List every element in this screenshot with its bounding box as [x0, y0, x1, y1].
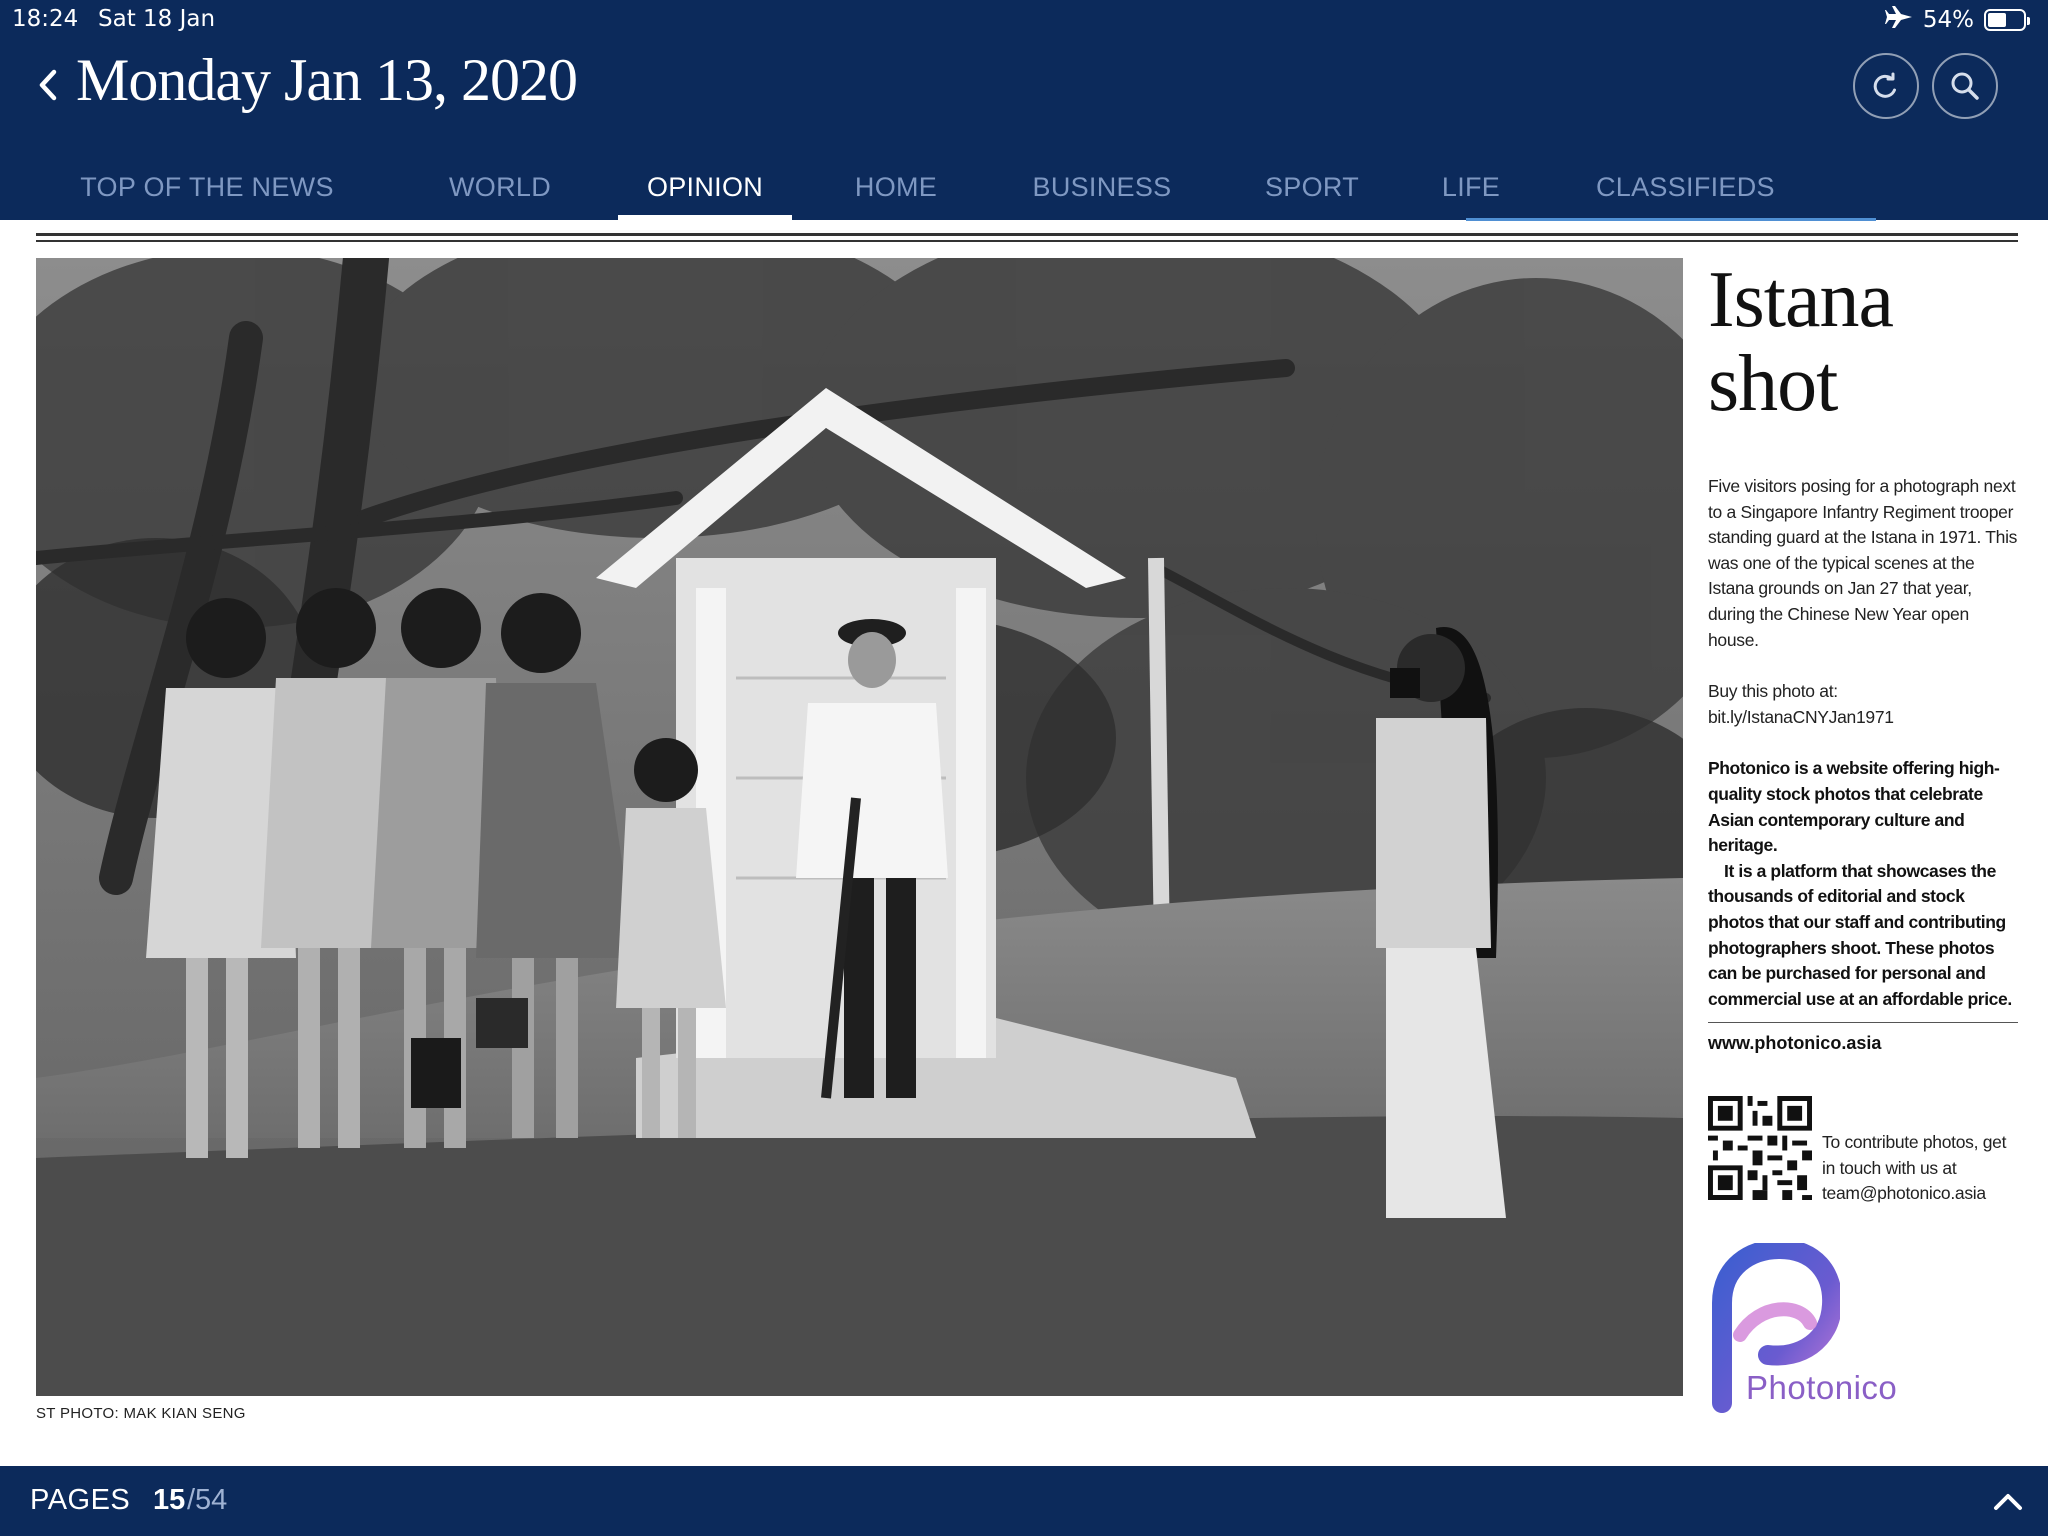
total-pages: /54 — [187, 1484, 228, 1516]
headline-line-1: Istana — [1708, 256, 1894, 344]
tab-classifieds[interactable]: CLASSIFIEDS — [1596, 164, 1775, 220]
tab-label: OPINION — [646, 172, 764, 202]
refresh-button[interactable] — [1853, 53, 1919, 119]
photonico-promo-p1: Photonico is a website offering high-qua… — [1708, 758, 2000, 856]
article-headline: Istana shot — [1708, 258, 2018, 426]
photonico-promo-p2: It is a platform that showcases the thou… — [1708, 860, 2012, 1009]
tab-label: TOP OF THE NEWS — [80, 172, 334, 202]
contribute-block: To contribute photos, get in touch with … — [1708, 1096, 2018, 1207]
article-sidebar: Istana shot Five visitors posing for a p… — [1708, 258, 2018, 1414]
buy-photo-link[interactable]: bit.ly/IstanaCNYJan1971 — [1708, 705, 2018, 731]
photo-credit: ST PHOTO: MAK KIAN SENG — [36, 1405, 246, 1422]
pages-button[interactable]: PAGES — [30, 1484, 130, 1517]
chevron-left-icon — [39, 69, 57, 101]
battery-icon — [1984, 9, 2030, 31]
sidebar-divider — [1708, 1022, 2018, 1024]
tab-scroll-indicator — [1466, 218, 1876, 221]
page-footer: PAGES 15 /54 — [0, 1466, 2048, 1536]
app-header: 18:24 Sat 18 Jan 54% Monday Jan 13, 2020… — [0, 0, 2048, 221]
tab-opinion[interactable]: OPINION — [618, 164, 792, 220]
expand-pages-button[interactable] — [1988, 1484, 2028, 1520]
tab-label: BUSINESS — [1032, 172, 1172, 202]
section-tabs: TOP OF THE NEWS WORLD OPINION HOME BUSIN… — [0, 160, 2048, 220]
photonico-logo[interactable]: Photonico — [1708, 1243, 1938, 1414]
search-icon — [1951, 72, 1979, 100]
photonico-site-link[interactable]: www.photonico.asia — [1708, 1033, 2018, 1054]
search-button[interactable] — [1932, 53, 1998, 119]
status-right: 54% — [1884, 5, 2030, 35]
chevron-up-icon — [1994, 1494, 2022, 1510]
tab-sport[interactable]: SPORT — [1262, 164, 1362, 220]
article-photo[interactable] — [36, 258, 1683, 1396]
photo-illustration — [36, 258, 1683, 1396]
tab-world[interactable]: WORLD — [440, 164, 560, 220]
current-page-number: 15 — [153, 1484, 186, 1516]
buy-photo-label: Buy this photo at: — [1708, 681, 1838, 702]
tab-label: SPORT — [1264, 172, 1360, 202]
refresh-icon — [1873, 72, 1896, 98]
tab-label: LIFE — [1441, 172, 1501, 202]
status-date: Sat 18 Jan — [98, 6, 216, 32]
status-bar: 18:24 Sat 18 Jan 54% — [0, 0, 2048, 40]
back-button[interactable] — [28, 60, 68, 110]
airplane-icon — [1884, 5, 1913, 35]
battery-percent: 54% — [1922, 7, 1974, 33]
battery-level — [1988, 13, 2007, 27]
tab-home[interactable]: HOME — [842, 164, 950, 220]
tab-label: CLASSIFIEDS — [1596, 172, 1775, 202]
tab-label: HOME — [854, 172, 938, 202]
tab-label: WORLD — [449, 172, 551, 202]
page-rule — [36, 233, 2018, 242]
issue-date-title: Monday Jan 13, 2020 — [76, 47, 578, 113]
tab-top-of-the-news[interactable]: TOP OF THE NEWS — [72, 164, 342, 220]
contribute-text: To contribute photos, get in touch with … — [1822, 1132, 2007, 1204]
tab-business[interactable]: BUSINESS — [1030, 164, 1174, 220]
photonico-wordmark: Photonico — [1746, 1369, 1898, 1407]
status-time: 18:24 — [12, 6, 79, 32]
photo-caption: Five visitors posing for a photograph ne… — [1708, 476, 2018, 650]
headline-line-2: shot — [1708, 340, 1838, 428]
qr-code-icon — [1708, 1096, 1812, 1201]
tab-life[interactable]: LIFE — [1436, 164, 1506, 220]
